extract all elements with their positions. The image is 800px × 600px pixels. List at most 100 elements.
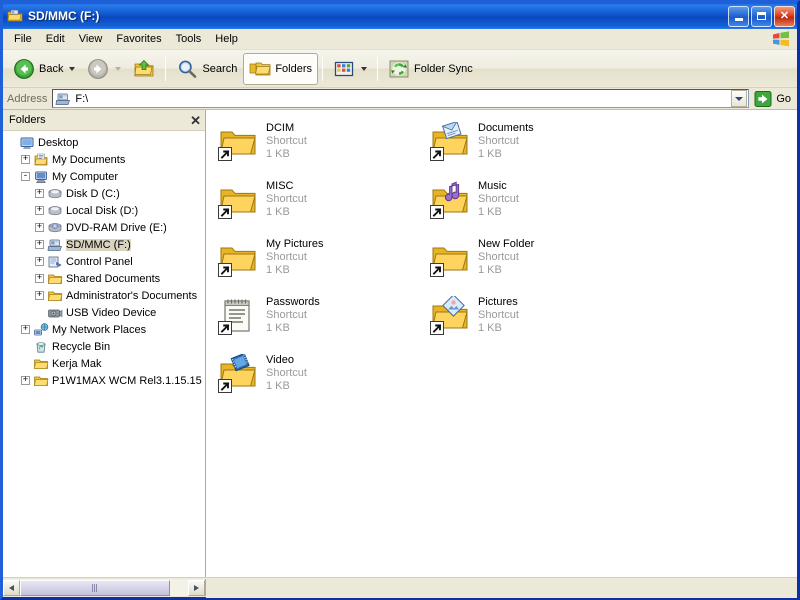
- tree-item-sd-mmc-f[interactable]: +SD/MMC (F:): [3, 236, 205, 253]
- tree-item-my-network-places[interactable]: +My Network Places: [3, 321, 205, 338]
- expand-icon[interactable]: +: [35, 189, 44, 198]
- tree-item-my-computer[interactable]: -My Computer: [3, 168, 205, 185]
- menu-view[interactable]: View: [72, 31, 110, 47]
- file-item-text: DocumentsShortcut1 KB: [478, 120, 534, 161]
- menu-help[interactable]: Help: [208, 31, 245, 47]
- tree-item-shared-documents[interactable]: +Shared Documents: [3, 270, 205, 287]
- expand-icon[interactable]: +: [21, 155, 30, 164]
- removable-drive-icon: [47, 237, 63, 253]
- file-item-text: MISCShortcut1 KB: [266, 178, 307, 219]
- control-panel-icon: [47, 254, 63, 270]
- tree-item-my-documents[interactable]: +My Documents: [3, 151, 205, 168]
- tree-item-label: DVD-RAM Drive (E:): [66, 222, 167, 234]
- up-button[interactable]: [127, 53, 161, 85]
- file-item-text: DCIMShortcut1 KB: [266, 120, 307, 161]
- back-label: Back: [39, 63, 63, 75]
- expand-icon[interactable]: +: [21, 325, 30, 334]
- file-item[interactable]: My PicturesShortcut1 KB: [218, 236, 418, 292]
- network-icon: [33, 322, 49, 338]
- my-documents-icon: [33, 152, 49, 168]
- tree-item-desktop[interactable]: Desktop: [3, 134, 205, 151]
- scroll-right-button[interactable]: [188, 580, 205, 596]
- tree-item-control-panel[interactable]: +Control Panel: [3, 253, 205, 270]
- file-size: 1 KB: [266, 206, 307, 219]
- collapse-icon[interactable]: -: [21, 172, 30, 181]
- tree-item-administrator-s-documents[interactable]: + Administrator's Documents: [3, 287, 205, 304]
- tree-item-label: USB Video Device: [66, 307, 156, 319]
- folder-sync-icon: [388, 58, 410, 80]
- file-item[interactable]: VideoShortcut1 KB: [218, 352, 418, 408]
- expand-icon[interactable]: +: [35, 240, 44, 249]
- desktop-icon: [19, 135, 35, 151]
- views-button[interactable]: [327, 53, 373, 85]
- folders-button[interactable]: Folders: [243, 53, 318, 85]
- file-size: 1 KB: [478, 148, 534, 161]
- back-dropdown-icon[interactable]: [69, 67, 75, 71]
- file-item[interactable]: DCIMShortcut1 KB: [218, 120, 418, 176]
- folder-icon: [47, 288, 63, 304]
- windows-flag-icon: [771, 30, 791, 48]
- file-list-pane[interactable]: DCIMShortcut1 KB DocumentsShortcut1 KB MIS…: [206, 110, 797, 577]
- folders-label: Folders: [275, 63, 312, 75]
- folder-icon: [33, 373, 49, 389]
- file-item[interactable]: DocumentsShortcut1 KB: [430, 120, 630, 176]
- documents-folder-shortcut-icon: [430, 122, 470, 162]
- tree-item-usb-video-device[interactable]: USB Video Device: [3, 304, 205, 321]
- file-item[interactable]: PicturesShortcut1 KB: [430, 294, 630, 350]
- tree-item-recycle-bin[interactable]: Recycle Bin: [3, 338, 205, 355]
- folder-icon: [33, 356, 49, 372]
- search-label: Search: [202, 63, 237, 75]
- file-item-text: MusicShortcut1 KB: [478, 178, 519, 219]
- file-item[interactable]: MISCShortcut1 KB: [218, 178, 418, 234]
- horizontal-scrollbar[interactable]: [3, 579, 206, 596]
- minimize-button[interactable]: [728, 6, 749, 27]
- file-item[interactable]: PasswordsShortcut1 KB: [218, 294, 418, 350]
- back-button[interactable]: Back: [7, 53, 81, 85]
- address-input[interactable]: F:\: [52, 89, 749, 108]
- file-name: MISC: [266, 180, 307, 193]
- window-title: SD/MMC (F:): [28, 9, 728, 23]
- tree-spacer: [7, 138, 16, 147]
- scrollbar-track[interactable]: [20, 580, 188, 596]
- address-bar: Address F:\ Go: [3, 88, 797, 110]
- file-size: 1 KB: [266, 148, 307, 161]
- go-button[interactable]: Go: [752, 89, 795, 109]
- expand-icon[interactable]: +: [35, 257, 44, 266]
- tree-item-disk-d-c[interactable]: +Disk D (C:): [3, 185, 205, 202]
- expand-icon[interactable]: +: [35, 274, 44, 283]
- tree-item-kerja-mak[interactable]: Kerja Mak: [3, 355, 205, 372]
- file-item[interactable]: New FolderShortcut1 KB: [430, 236, 630, 292]
- folder-tree[interactable]: Desktop +My Documents-My Computer+Disk D …: [3, 131, 205, 577]
- scrollbar-thumb[interactable]: [20, 580, 170, 596]
- tree-item-label: Desktop: [38, 137, 78, 149]
- close-button[interactable]: ✕: [774, 6, 795, 27]
- music-folder-shortcut-icon: [430, 180, 470, 220]
- tree-item-local-disk-d[interactable]: +Local Disk (D:): [3, 202, 205, 219]
- expand-icon[interactable]: +: [35, 206, 44, 215]
- tree-item-label: Administrator's Documents: [66, 290, 197, 302]
- address-value: F:\: [75, 93, 88, 105]
- file-size: 1 KB: [478, 206, 519, 219]
- close-icon[interactable]: ✕: [190, 114, 201, 127]
- expand-icon[interactable]: +: [21, 376, 30, 385]
- toolbar-separator-2: [322, 57, 323, 81]
- file-item[interactable]: MusicShortcut1 KB: [430, 178, 630, 234]
- menu-favorites[interactable]: Favorites: [109, 31, 168, 47]
- address-dropdown-button[interactable]: [731, 90, 747, 107]
- menu-edit[interactable]: Edit: [39, 31, 72, 47]
- views-dropdown-icon[interactable]: [361, 67, 367, 71]
- tree-item-dvd-ram-drive-e[interactable]: + DVD-RAM Drive (E:): [3, 219, 205, 236]
- scroll-left-button[interactable]: [3, 580, 20, 596]
- expand-icon[interactable]: +: [35, 291, 44, 300]
- status-bar-empty: [206, 578, 797, 598]
- menu-tools[interactable]: Tools: [169, 31, 209, 47]
- tree-item-p1w1max-wcm-rel3-1-15-15-w[interactable]: +P1W1MAX WCM Rel3.1.15.15 W:: [3, 372, 205, 389]
- camera-icon: [47, 305, 63, 321]
- file-name: Documents: [478, 122, 534, 135]
- expand-icon[interactable]: +: [35, 223, 44, 232]
- tree-spacer: [21, 359, 30, 368]
- menu-file[interactable]: File: [7, 31, 39, 47]
- search-button[interactable]: Search: [170, 53, 243, 85]
- folder-sync-button[interactable]: Folder Sync: [382, 53, 479, 85]
- maximize-button[interactable]: [751, 6, 772, 27]
